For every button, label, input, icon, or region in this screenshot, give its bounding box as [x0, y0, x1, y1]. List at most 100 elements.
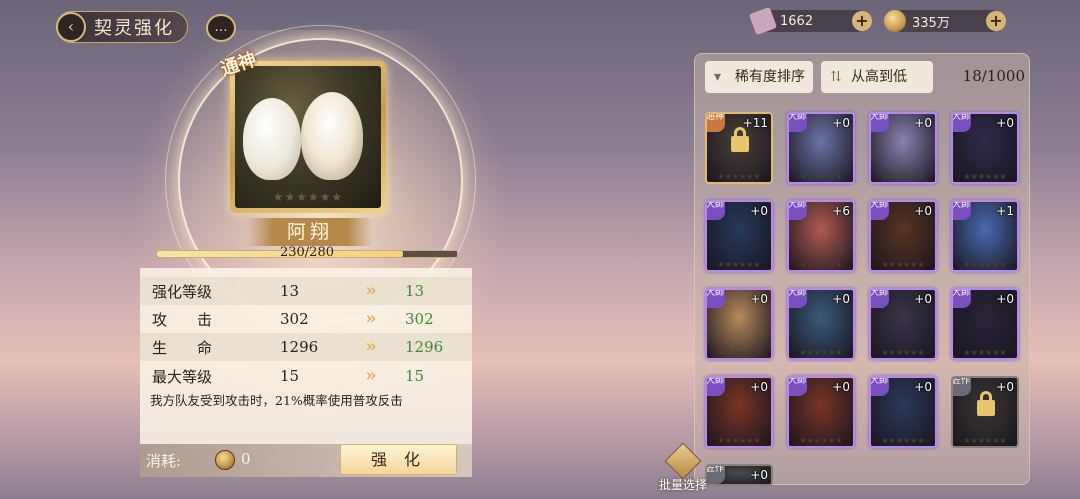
stat-current: 15 — [280, 367, 300, 385]
owl-right-image — [301, 92, 363, 180]
spirit-inventory-panel: ▾ 稀有度排序 ⇅ 从高到低 18/1000 通神 +11 ★★★★★★ 大師 +0 ★★… — [694, 53, 1030, 486]
card-stars: ★★★★★★ — [717, 260, 761, 269]
spirit-grid-card[interactable]: 大師 +0 ★★★★★★ — [869, 112, 937, 184]
enhance-level: +0 — [832, 380, 850, 394]
card-stars: ★★★★★★ — [717, 172, 761, 181]
card-stars: ★★★★★★ — [881, 260, 925, 269]
resource-coins: 335万 + — [884, 10, 1006, 32]
owl-left-image — [243, 98, 301, 180]
enhance-level: +0 — [750, 468, 768, 482]
batch-select-button[interactable]: 批量选择 — [657, 442, 709, 492]
sort-rarity-label: 稀有度排序 — [735, 69, 805, 85]
rank-tag: 大師 — [871, 378, 889, 396]
back-arrow-icon[interactable]: ‹ — [56, 12, 86, 42]
spirit-grid-card[interactable]: 匠作 +0 ★★★★★★ — [951, 376, 1019, 448]
spirit-grid-card[interactable]: 大師 +0 ★★★★★★ — [787, 376, 855, 448]
coin-icon — [215, 450, 235, 470]
skill-description: 我方队友受到攻击时，21%概率使用普攻反击 — [150, 393, 403, 408]
upgrade-button[interactable]: 强 化 — [340, 444, 457, 475]
rank-tag: 大師 — [789, 378, 807, 396]
card-stars: ★★★★★★ — [799, 172, 843, 181]
sort-order-label: 从高到低 — [851, 69, 907, 85]
spirit-grid-card[interactable]: 大師 +0 ★★★★★★ — [951, 112, 1019, 184]
stat-current: 13 — [280, 282, 300, 300]
stat-current: 1296 — [280, 338, 319, 356]
add-coins-button[interactable]: + — [986, 11, 1006, 31]
card-stars: ★★★★★★ — [881, 172, 925, 181]
sort-rarity-button[interactable]: ▾ 稀有度排序 — [705, 61, 813, 93]
rank-tag: 大師 — [789, 202, 807, 220]
rank-tag: 大師 — [789, 114, 807, 132]
cost-label: 消耗: — [146, 452, 182, 470]
spirit-grid-card[interactable]: 大師 +0 ★★★★★★ — [951, 288, 1019, 360]
rank-tag: 通神 — [707, 114, 725, 132]
stat-next: 1296 — [405, 338, 444, 356]
arrow-right-icon: » — [365, 365, 377, 386]
card-stars: ★★★★★★ — [799, 436, 843, 445]
rank-tag: 大師 — [953, 114, 971, 132]
card-stars: ★★★★★★ — [963, 348, 1007, 357]
enhance-level: +0 — [914, 116, 932, 130]
spirit-grid-card[interactable]: 匠作 +0 — [705, 464, 773, 486]
rank-tag: 大師 — [707, 290, 725, 308]
stat-next: 302 — [405, 310, 434, 328]
rank-tag: 大師 — [953, 290, 971, 308]
stat-next: 15 — [405, 367, 425, 385]
spirit-stars: ★★★★★★ — [272, 190, 344, 204]
chat-bubble-icon[interactable]: … — [206, 14, 236, 42]
lock-icon — [731, 127, 749, 152]
arrow-right-icon: » — [365, 280, 377, 301]
stat-label: 生 命 — [152, 338, 213, 357]
rank-tag: 大師 — [789, 290, 807, 308]
enhance-level: +0 — [750, 292, 768, 306]
exp-text: 230/280 — [279, 245, 334, 260]
card-stars: ★★★★★★ — [799, 348, 843, 357]
card-stars: ★★★★★★ — [799, 260, 843, 269]
rank-tag: 匠作 — [953, 378, 971, 396]
enhance-level: +0 — [832, 292, 850, 306]
spirit-grid-card[interactable]: 大師 +0 ★★★★★★ — [705, 288, 773, 360]
arrow-right-icon: » — [365, 336, 377, 357]
spirit-name: 阿翔 — [247, 218, 373, 246]
stat-current: 302 — [280, 310, 309, 328]
add-tickets-button[interactable]: + — [852, 11, 872, 31]
card-stars: ★★★★★★ — [963, 172, 1007, 181]
card-stars: ★★★★★★ — [717, 436, 761, 445]
rank-tag: 大師 — [953, 202, 971, 220]
lock-icon — [977, 391, 995, 416]
card-stars: ★★★★★★ — [881, 436, 925, 445]
spirit-grid-card[interactable]: 大師 +0 ★★★★★★ — [787, 112, 855, 184]
spirit-grid-card[interactable]: 大師 +0 ★★★★★★ — [705, 200, 773, 272]
stat-row-level: 强化等级 13 » 13 — [140, 277, 472, 305]
spirit-grid-card[interactable]: 大師 +1 ★★★★★★ — [951, 200, 1019, 272]
stat-label: 强化等级 — [152, 282, 213, 301]
batch-select-icon — [664, 442, 702, 480]
stat-label: 最大等级 — [152, 367, 213, 386]
enhance-level: +0 — [750, 380, 768, 394]
rank-tag: 大師 — [871, 114, 889, 132]
tickets-value: 1662 — [780, 13, 814, 29]
ticket-icon — [748, 6, 778, 36]
card-stars: ★★★★★★ — [963, 436, 1007, 445]
back-button[interactable]: ‹ 契灵强化 — [56, 11, 188, 43]
spirit-grid-card[interactable]: 大師 +0 ★★★★★★ — [705, 376, 773, 448]
spirit-grid-card[interactable]: 大師 +0 ★★★★★★ — [869, 376, 937, 448]
spirit-grid-card[interactable]: 大師 +0 ★★★★★★ — [869, 200, 937, 272]
card-stars: ★★★★★★ — [717, 348, 761, 357]
chevron-down-icon: ▾ — [714, 69, 722, 85]
stat-next: 13 — [405, 282, 425, 300]
spirit-grid-card[interactable]: 大師 +6 ★★★★★★ — [787, 200, 855, 272]
spirit-grid-card[interactable]: 大師 +0 ★★★★★★ — [787, 288, 855, 360]
enhance-level: +0 — [914, 204, 932, 218]
enhance-level: +0 — [996, 292, 1014, 306]
spirit-grid-card[interactable]: 大師 +0 ★★★★★★ — [869, 288, 937, 360]
sort-order-icon: ⇅ — [830, 69, 842, 85]
enhance-level: +0 — [832, 116, 850, 130]
spirit-grid-card[interactable]: 通神 +11 ★★★★★★ — [705, 112, 773, 184]
sort-order-button[interactable]: ⇅ 从高到低 — [821, 61, 933, 93]
stat-row-max-level: 最大等级 15 » 15 — [140, 362, 472, 390]
page-title: 契灵强化 — [94, 18, 174, 39]
arrow-right-icon: » — [365, 308, 377, 329]
enhance-level: +0 — [914, 380, 932, 394]
stat-row-hp: 生 命 1296 » 1296 — [140, 333, 472, 361]
